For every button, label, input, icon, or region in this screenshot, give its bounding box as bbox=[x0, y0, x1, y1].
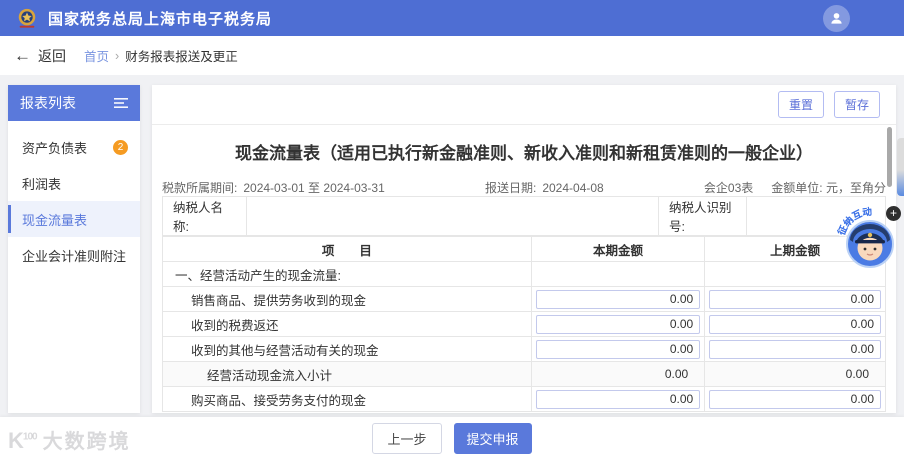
user-avatar[interactable] bbox=[823, 5, 850, 32]
row-label: 一、经营活动产生的现金流量: bbox=[162, 261, 532, 287]
sidebar-header: 报表列表 bbox=[8, 85, 140, 121]
prior-amount-text: 0.00 bbox=[845, 367, 869, 381]
current-amount-cell bbox=[530, 286, 706, 312]
previous-step-button[interactable]: 上一步 bbox=[372, 423, 442, 454]
sidebar-item-label: 资产负债表 bbox=[22, 140, 88, 156]
taxpayer-id-label: 纳税人识别号: bbox=[658, 196, 747, 236]
row-label: 购买商品、接受劳务支付的现金 bbox=[162, 386, 532, 412]
col-header-current: 本期金额 bbox=[530, 236, 706, 262]
back-label: 返回 bbox=[38, 47, 66, 64]
table-row: 一、经营活动产生的现金流量: bbox=[162, 261, 886, 287]
sidebar-item[interactable]: 现金流量表 bbox=[8, 201, 140, 237]
current-amount-input[interactable] bbox=[535, 339, 701, 359]
sidebar-title: 报表列表 bbox=[20, 95, 76, 111]
person-icon bbox=[831, 13, 842, 24]
prior-amount-input[interactable] bbox=[709, 389, 881, 409]
current-amount-input[interactable] bbox=[535, 389, 701, 409]
back-arrow-icon: ← bbox=[14, 46, 31, 65]
prior-amount-cell bbox=[704, 311, 886, 337]
cash-flow-table: 项 目 本期金额 上期金额 一、经营活动产生的现金流量: 销售商品、提供劳务收到的… bbox=[162, 236, 886, 412]
row-label: 收到的其他与经营活动有关的现金 bbox=[162, 336, 532, 362]
current-amount-cell bbox=[530, 261, 706, 287]
prior-amount-cell bbox=[704, 336, 886, 362]
table-row: 购买商品、接受劳务支付的现金 bbox=[162, 386, 886, 412]
table-row: 收到的税费返还 bbox=[162, 311, 886, 337]
unit-value: 元，至角分 bbox=[825, 181, 886, 195]
sidebar-item-label: 利润表 bbox=[22, 176, 62, 192]
back-button[interactable]: ← 返回 bbox=[14, 46, 66, 66]
main-panel: 重置 暂存 现金流量表（适用已执行新金融准则、新收入准则和新租赁准则的一般企业）… bbox=[152, 85, 896, 413]
tax-assistant-mascot[interactable]: 征纳互动 征纳互动 bbox=[836, 202, 902, 270]
prior-amount-input[interactable] bbox=[709, 289, 881, 309]
col-header-item: 项 目 bbox=[162, 236, 532, 262]
sidebar-item[interactable]: 利润表 bbox=[8, 165, 140, 201]
breadcrumb: 首页 › 财务报表报送及更正 bbox=[84, 46, 238, 65]
submit-date-label: 报送日期: bbox=[484, 181, 537, 195]
submit-date-value: 2024-04-08 bbox=[542, 180, 604, 195]
error-count-badge: 2 bbox=[113, 139, 128, 155]
current-amount-input[interactable] bbox=[535, 314, 701, 334]
panel-scrollbar-thumb[interactable] bbox=[887, 127, 892, 187]
current-amount-cell: 0.00 bbox=[530, 361, 706, 387]
page: 国家税务总局上海市电子税务局 ← 返回 首页 › 财务报表报送及更正 报表列表 bbox=[0, 0, 904, 460]
form-code: 会企03表 bbox=[703, 181, 754, 195]
current-amount-text: 0.00 bbox=[664, 367, 689, 381]
form-toolbar: 重置 暂存 bbox=[152, 85, 896, 125]
period-label: 税款所属期间: bbox=[162, 181, 238, 195]
sidebar-list: 资产负债表 2 利润表现金流量表企业会计准则附注 bbox=[8, 121, 140, 273]
reset-button[interactable]: 重置 bbox=[777, 91, 824, 118]
sidebar-item[interactable]: 资产负债表 2 bbox=[8, 129, 140, 165]
prior-amount-cell bbox=[704, 286, 886, 312]
sidebar-item-label: 现金流量表 bbox=[22, 212, 88, 228]
period-value: 2024-03-01 至 2024-03-31 bbox=[243, 181, 385, 195]
report-list-sidebar: 报表列表 资产负债表 2 利润表现金流量表企业会计准则附注 bbox=[8, 85, 140, 413]
prior-amount-input[interactable] bbox=[709, 314, 881, 334]
collapse-sidebar-icon[interactable] bbox=[114, 98, 128, 108]
row-label: 销售商品、提供劳务收到的现金 bbox=[162, 286, 532, 312]
table-row: 销售商品、提供劳务收到的现金 bbox=[162, 286, 886, 312]
prior-amount-cell: 0.00 bbox=[704, 361, 886, 387]
app-title: 国家税务总局上海市电子税务局 bbox=[48, 10, 273, 28]
current-amount-cell bbox=[530, 386, 706, 412]
table-row: 收到的其他与经营活动有关的现金 bbox=[162, 336, 886, 362]
breadcrumb-home-link[interactable]: 首页 bbox=[84, 46, 109, 65]
top-bar: 国家税务总局上海市电子税务局 bbox=[0, 0, 904, 36]
sidebar-item[interactable]: 企业会计准则附注 bbox=[8, 237, 140, 273]
breadcrumb-separator: › bbox=[115, 48, 120, 63]
taxpayer-name-label: 纳税人名称: bbox=[162, 196, 247, 236]
taxpayer-info-table: 纳税人名称: 纳税人识别号: bbox=[162, 196, 886, 236]
breadcrumb-bar: ← 返回 首页 › 财务报表报送及更正 bbox=[0, 36, 904, 75]
current-amount-cell bbox=[530, 336, 706, 362]
submit-declaration-button[interactable]: 提交申报 bbox=[453, 423, 532, 454]
save-draft-button[interactable]: 暂存 bbox=[833, 91, 880, 118]
prior-amount-input[interactable] bbox=[709, 339, 881, 359]
form-meta-row: 税款所属期间: 2024-03-01 至 2024-03-31 报送日期: 20… bbox=[162, 179, 886, 196]
row-label: 经营活动现金流入小计 bbox=[162, 361, 532, 387]
sidebar-item-label: 企业会计准则附注 bbox=[22, 248, 127, 264]
page-scrollbar-thumb[interactable] bbox=[897, 138, 904, 196]
current-amount-input[interactable] bbox=[535, 289, 701, 309]
current-amount-cell bbox=[530, 311, 706, 337]
row-label: 收到的税费返还 bbox=[162, 311, 532, 337]
unit-label: 金额单位: bbox=[771, 181, 823, 195]
breadcrumb-current: 财务报表报送及更正 bbox=[125, 50, 238, 64]
table-row: 经营活动现金流入小计 0.00 0.00 bbox=[162, 361, 886, 387]
taxpayer-name-value[interactable] bbox=[246, 196, 659, 236]
tax-bureau-emblem-icon bbox=[18, 8, 36, 28]
prior-amount-cell bbox=[704, 386, 886, 412]
bottom-action-bar: 上一步 提交申报 bbox=[0, 417, 904, 460]
form-title: 现金流量表（适用已执行新金融准则、新收入准则和新租赁准则的一般企业） bbox=[235, 144, 813, 163]
